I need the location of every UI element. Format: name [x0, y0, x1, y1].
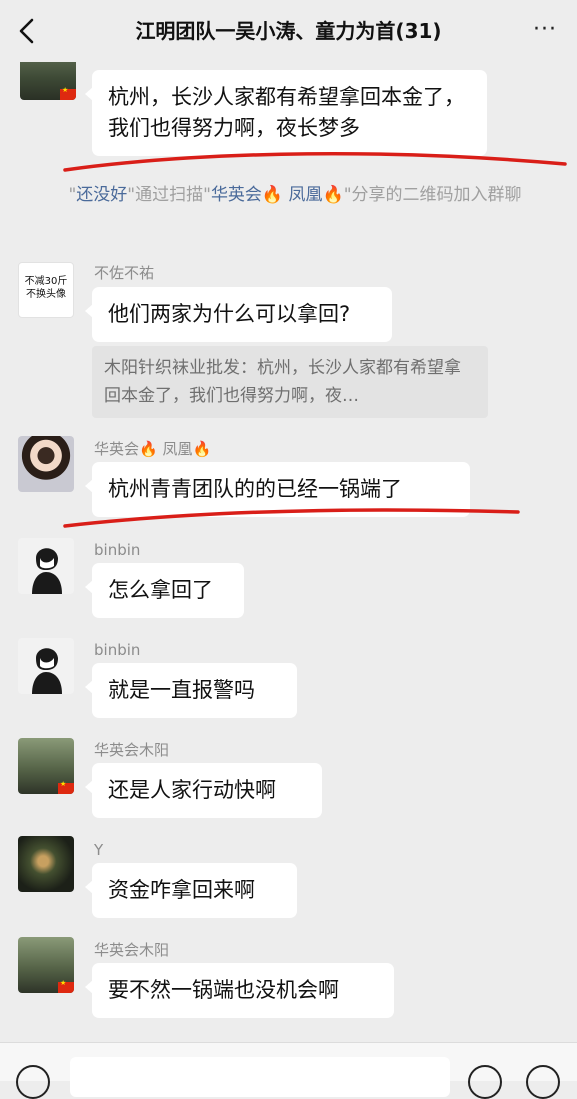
avatar[interactable]	[18, 436, 74, 492]
scanner-name[interactable]: 华英会🔥 凤凰🔥	[211, 185, 344, 205]
sender-name: binbin	[94, 541, 141, 559]
voice-icon[interactable]	[16, 1065, 50, 1099]
message-bubble[interactable]: 还是人家行动快啊	[85, 763, 322, 818]
chat-header: 江明团队一吴小涛、童力为首(31) ···	[0, 0, 577, 62]
message-bubble[interactable]: 他们两家为什么可以拿回?	[85, 287, 392, 342]
avatar-illustration	[32, 648, 62, 694]
inviter-name[interactable]: 还没好	[76, 185, 127, 205]
message-bubble[interactable]: 资金咋拿回来啊	[85, 863, 297, 918]
message-input[interactable]	[70, 1057, 450, 1097]
sender-name: 华英会🔥 凤凰🔥	[94, 440, 212, 458]
chat-title: 江明团队一吴小涛、童力为首(31)	[135, 19, 442, 43]
avatar[interactable]	[18, 738, 74, 794]
flag-icon	[60, 86, 76, 100]
sender-name: 不佐不祐	[94, 264, 155, 282]
message-bubble[interactable]: 杭州，长沙人家都有希望拿回本金了，我们也得努力啊，夜长梦多	[85, 70, 487, 156]
avatar[interactable]	[18, 638, 74, 694]
quoted-message[interactable]: 木阳针织袜业批发：杭州，长沙人家都有希望拿回本金了，我们也得努力啊，夜…	[92, 346, 488, 418]
sender-name: binbin	[94, 641, 141, 659]
flag-icon	[58, 979, 74, 993]
message-bubble[interactable]: 就是一直报警吗	[85, 663, 297, 718]
avatar[interactable]	[18, 937, 74, 993]
message-bubble[interactable]: 要不然一锅端也没机会啊	[85, 963, 394, 1018]
plus-icon[interactable]	[526, 1065, 560, 1099]
sender-name: 华英会木阳	[94, 941, 170, 959]
emoji-icon[interactable]	[468, 1065, 502, 1099]
sender-name: 华英会木阳	[94, 741, 170, 759]
sender-name: Y	[94, 841, 104, 859]
system-notice: "还没好"通过扫描"华英会🔥 凤凰🔥"分享的二维码加入群聊	[68, 185, 522, 205]
avatar[interactable]	[18, 538, 74, 594]
back-icon[interactable]	[14, 17, 40, 45]
avatar-text: 不减30斤 不换头像	[24, 276, 68, 300]
chat-area: 杭州，长沙人家都有希望拿回本金了，我们也得努力啊，夜长梦多 "还没好"通过扫描"…	[0, 0, 577, 1080]
avatar[interactable]	[18, 836, 74, 892]
message-bubble[interactable]: 杭州青青团队的的已经一锅端了	[85, 462, 470, 517]
more-icon[interactable]: ···	[529, 19, 561, 41]
input-bar	[0, 1042, 577, 1099]
avatar-illustration	[32, 548, 62, 594]
flag-icon	[58, 780, 74, 794]
avatar[interactable]: 不减30斤 不换头像	[18, 262, 74, 318]
message-bubble[interactable]: 怎么拿回了	[85, 563, 244, 618]
